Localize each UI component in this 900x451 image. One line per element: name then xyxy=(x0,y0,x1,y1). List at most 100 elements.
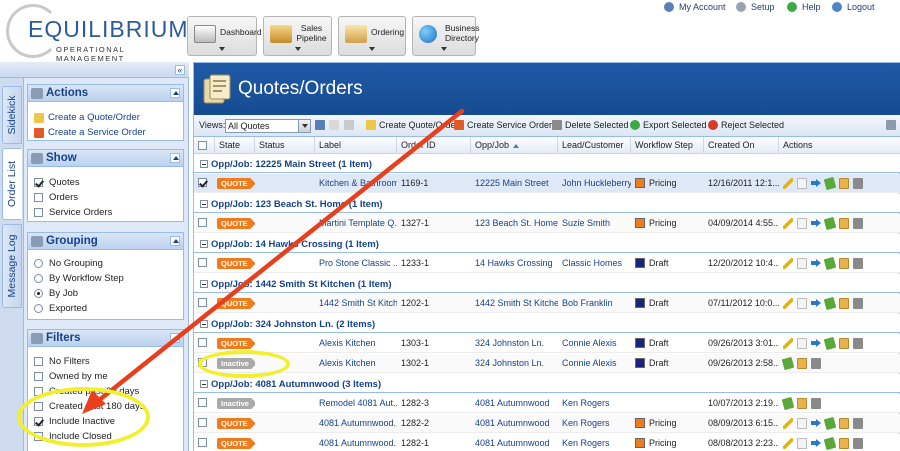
copy-icon[interactable] xyxy=(839,178,849,189)
convert-icon[interactable] xyxy=(823,176,837,191)
checkbox[interactable] xyxy=(34,402,43,411)
table-row[interactable]: Inactive Remodel 4081 Aut... 1282-3 4081 Au… xyxy=(194,394,900,413)
show-orders-checkbox[interactable]: Orders xyxy=(34,192,78,203)
group-header[interactable]: Opp/Job: 4081 Autumnwood (3 Items) xyxy=(194,374,900,393)
table-row[interactable]: QUOTE 4081 Autumnwood... 1282-2 4081 Autumn… xyxy=(194,414,900,433)
collapse-group-icon[interactable] xyxy=(200,160,208,168)
document-icon[interactable] xyxy=(797,218,807,229)
select-all-checkbox[interactable] xyxy=(198,141,207,150)
collapse-group-icon[interactable] xyxy=(200,320,208,328)
delete-view-button[interactable] xyxy=(344,120,357,130)
trash-icon[interactable] xyxy=(853,218,863,229)
group-header[interactable]: Opp/Job: 123 Beach St. Home (1 Item) xyxy=(194,194,900,213)
delete-selected-button[interactable]: Delete Selected xyxy=(552,120,629,130)
select-all-header[interactable] xyxy=(194,137,215,154)
table-row[interactable]: QUOTE Kitchen & Bathroom 1169-1 12225 Main … xyxy=(194,174,900,193)
convert-icon[interactable] xyxy=(823,256,837,271)
views-select[interactable]: All Quotes xyxy=(225,119,311,133)
column-header-created[interactable]: Created On xyxy=(704,137,779,154)
checkbox[interactable] xyxy=(34,178,43,187)
table-row[interactable]: QUOTE Pro Stone Classic ... 1233-1 14 Hawks… xyxy=(194,254,900,273)
column-header-workflow[interactable]: Workflow Step xyxy=(631,137,704,154)
trash-icon[interactable] xyxy=(853,258,863,269)
forward-arrow-icon[interactable] xyxy=(811,438,821,449)
reject-selected-button[interactable]: Reject Selected xyxy=(708,120,784,130)
filter-30-days-checkbox[interactable]: Created past 30 days xyxy=(34,386,139,397)
radio[interactable] xyxy=(34,274,43,283)
group-header[interactable]: Opp/Job: 1442 Smith St Kitchen (1 Item) xyxy=(194,274,900,293)
forward-arrow-icon[interactable] xyxy=(811,298,821,309)
table-row[interactable]: Inactive Alexis Kitchen 1302-1 324 Johnston… xyxy=(194,354,900,373)
create-service-order-button[interactable]: Create Service Order xyxy=(454,120,552,130)
collapse-group-icon[interactable] xyxy=(200,200,208,208)
show-service-orders-checkbox[interactable]: Service Orders xyxy=(34,207,112,218)
show-quotes-checkbox[interactable]: Quotes xyxy=(34,177,80,188)
collapse-panel-icon[interactable] xyxy=(170,88,180,98)
document-icon[interactable] xyxy=(797,258,807,269)
table-row[interactable]: QUOTE Martini Template Q... 1327-1 123 Beac… xyxy=(194,214,900,233)
edit-icon[interactable] xyxy=(783,438,793,449)
row-checkbox[interactable] xyxy=(198,258,207,267)
document-icon[interactable] xyxy=(797,338,807,349)
radio[interactable] xyxy=(34,304,43,313)
row-checkbox[interactable] xyxy=(198,438,207,447)
actions-panel-header[interactable]: Actions xyxy=(28,85,183,102)
checkbox[interactable] xyxy=(34,387,43,396)
save-view-button[interactable] xyxy=(315,120,328,130)
radio[interactable] xyxy=(34,259,43,268)
trash-icon[interactable] xyxy=(853,438,863,449)
checkbox[interactable] xyxy=(34,208,43,217)
column-header-order-id[interactable]: Order ID xyxy=(397,137,471,154)
trash-icon[interactable] xyxy=(853,298,863,309)
show-panel-header[interactable]: Show xyxy=(28,150,183,167)
create-quote-button[interactable]: Create Quote/Order xyxy=(366,120,459,130)
nav-business-directory-button[interactable]: Business Directory xyxy=(412,16,480,56)
copy-icon[interactable] xyxy=(797,358,807,369)
row-checkbox[interactable] xyxy=(198,178,207,187)
convert-icon[interactable] xyxy=(823,436,837,451)
column-header-label[interactable]: Label xyxy=(315,137,397,154)
setup-link[interactable]: Setup xyxy=(736,2,775,12)
collapse-group-icon[interactable] xyxy=(200,280,208,288)
edit-icon[interactable] xyxy=(783,298,793,309)
radio[interactable] xyxy=(34,289,43,298)
convert-icon[interactable] xyxy=(823,336,837,351)
help-link[interactable]: Help xyxy=(787,2,821,12)
filters-panel-header[interactable]: Filters xyxy=(28,330,183,347)
copy-icon[interactable] xyxy=(839,298,849,309)
collapse-panel-icon[interactable] xyxy=(170,236,180,246)
checkbox[interactable] xyxy=(34,357,43,366)
convert-icon[interactable] xyxy=(823,416,837,431)
grouping-none-radio[interactable]: No Grouping xyxy=(34,258,103,269)
document-icon[interactable] xyxy=(797,438,807,449)
copy-icon[interactable] xyxy=(839,218,849,229)
edit-icon[interactable] xyxy=(783,178,793,189)
create-quote-link[interactable]: Create a Quote/Order xyxy=(34,112,140,123)
collapse-panel-icon[interactable] xyxy=(170,153,180,163)
copy-icon[interactable] xyxy=(839,338,849,349)
trash-icon[interactable] xyxy=(853,178,863,189)
row-checkbox[interactable] xyxy=(198,418,207,427)
filter-180-days-checkbox[interactable]: Created past 180 days xyxy=(34,401,145,412)
nav-ordering-button[interactable]: Ordering xyxy=(338,16,406,56)
trash-icon[interactable] xyxy=(811,398,821,409)
grouping-exported-radio[interactable]: Exported xyxy=(34,303,87,314)
collapse-sidebar-button[interactable]: « xyxy=(175,65,185,75)
copy-icon[interactable] xyxy=(797,398,807,409)
checkbox[interactable] xyxy=(34,417,43,426)
row-checkbox[interactable] xyxy=(198,218,207,227)
document-icon[interactable] xyxy=(797,178,807,189)
collapse-panel-icon[interactable] xyxy=(170,333,180,343)
filter-include-closed-checkbox[interactable]: Include Closed xyxy=(34,431,112,442)
convert-icon[interactable] xyxy=(781,356,795,371)
forward-arrow-icon[interactable] xyxy=(811,418,821,429)
forward-arrow-icon[interactable] xyxy=(811,258,821,269)
forward-arrow-icon[interactable] xyxy=(811,218,821,229)
tab-message-log[interactable]: Message Log xyxy=(2,224,22,308)
edit-icon[interactable] xyxy=(783,258,793,269)
trash-icon[interactable] xyxy=(853,338,863,349)
group-header[interactable]: Opp/Job: 14 Hawks Crossing (1 Item) xyxy=(194,234,900,253)
convert-icon[interactable] xyxy=(781,396,795,411)
edit-view-button[interactable] xyxy=(329,120,342,130)
my-account-link[interactable]: My Account xyxy=(664,2,726,12)
